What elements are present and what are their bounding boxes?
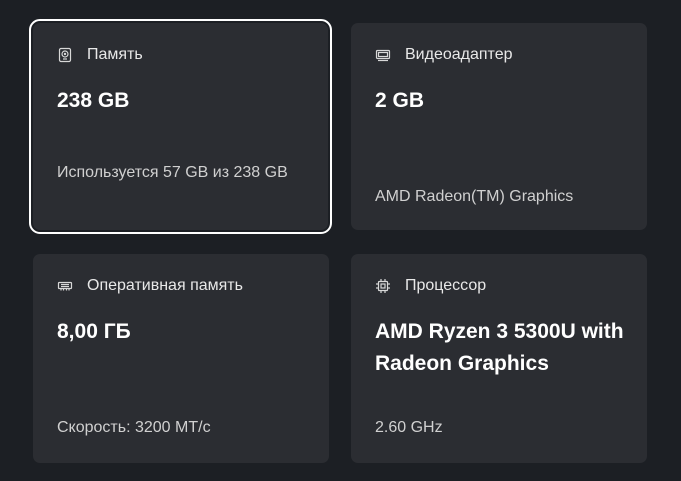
storage-card-detail: Используется 57 GB из 238 GB xyxy=(57,164,288,181)
gpu-card[interactable]: Видеоадаптер 2 GB AMD Radeon(TM) Graphic… xyxy=(351,23,647,230)
gpu-card-value: 2 GB xyxy=(375,89,425,112)
cpu-icon xyxy=(375,278,391,294)
cpu-card-header: Процессор xyxy=(375,276,486,296)
ram-card-title: Оперативная память xyxy=(87,277,243,294)
ram-card-value: 8,00 ГБ xyxy=(57,320,131,343)
hard-drive-icon xyxy=(57,47,73,63)
gpu-card-title: Видеоадаптер xyxy=(405,46,513,63)
cpu-card-detail: 2.60 GHz xyxy=(375,419,443,436)
gpu-card-header: Видеоадаптер xyxy=(375,45,512,65)
ram-icon xyxy=(57,278,73,294)
storage-card[interactable]: Память 238 GB Используется 57 GB из 238 … xyxy=(29,19,332,234)
cpu-card[interactable]: Процессор AMD Ryzen 3 5300U with Radeon … xyxy=(351,254,647,463)
cpu-card-value: AMD Ryzen 3 5300U with Radeon Graphics xyxy=(375,320,624,375)
storage-card-value: 238 GB xyxy=(57,89,130,112)
storage-card-title: Память xyxy=(87,46,143,63)
ram-card-header: Оперативная память xyxy=(57,276,243,296)
ram-card[interactable]: Оперативная память 8,00 ГБ Скорость: 320… xyxy=(33,254,329,463)
gpu-icon xyxy=(375,47,391,63)
ram-card-detail: Скорость: 3200 МТ/с xyxy=(57,419,211,436)
cpu-card-title: Процессор xyxy=(405,277,487,294)
gpu-card-detail: AMD Radeon(TM) Graphics xyxy=(375,188,574,205)
storage-card-header: Память xyxy=(57,45,143,65)
